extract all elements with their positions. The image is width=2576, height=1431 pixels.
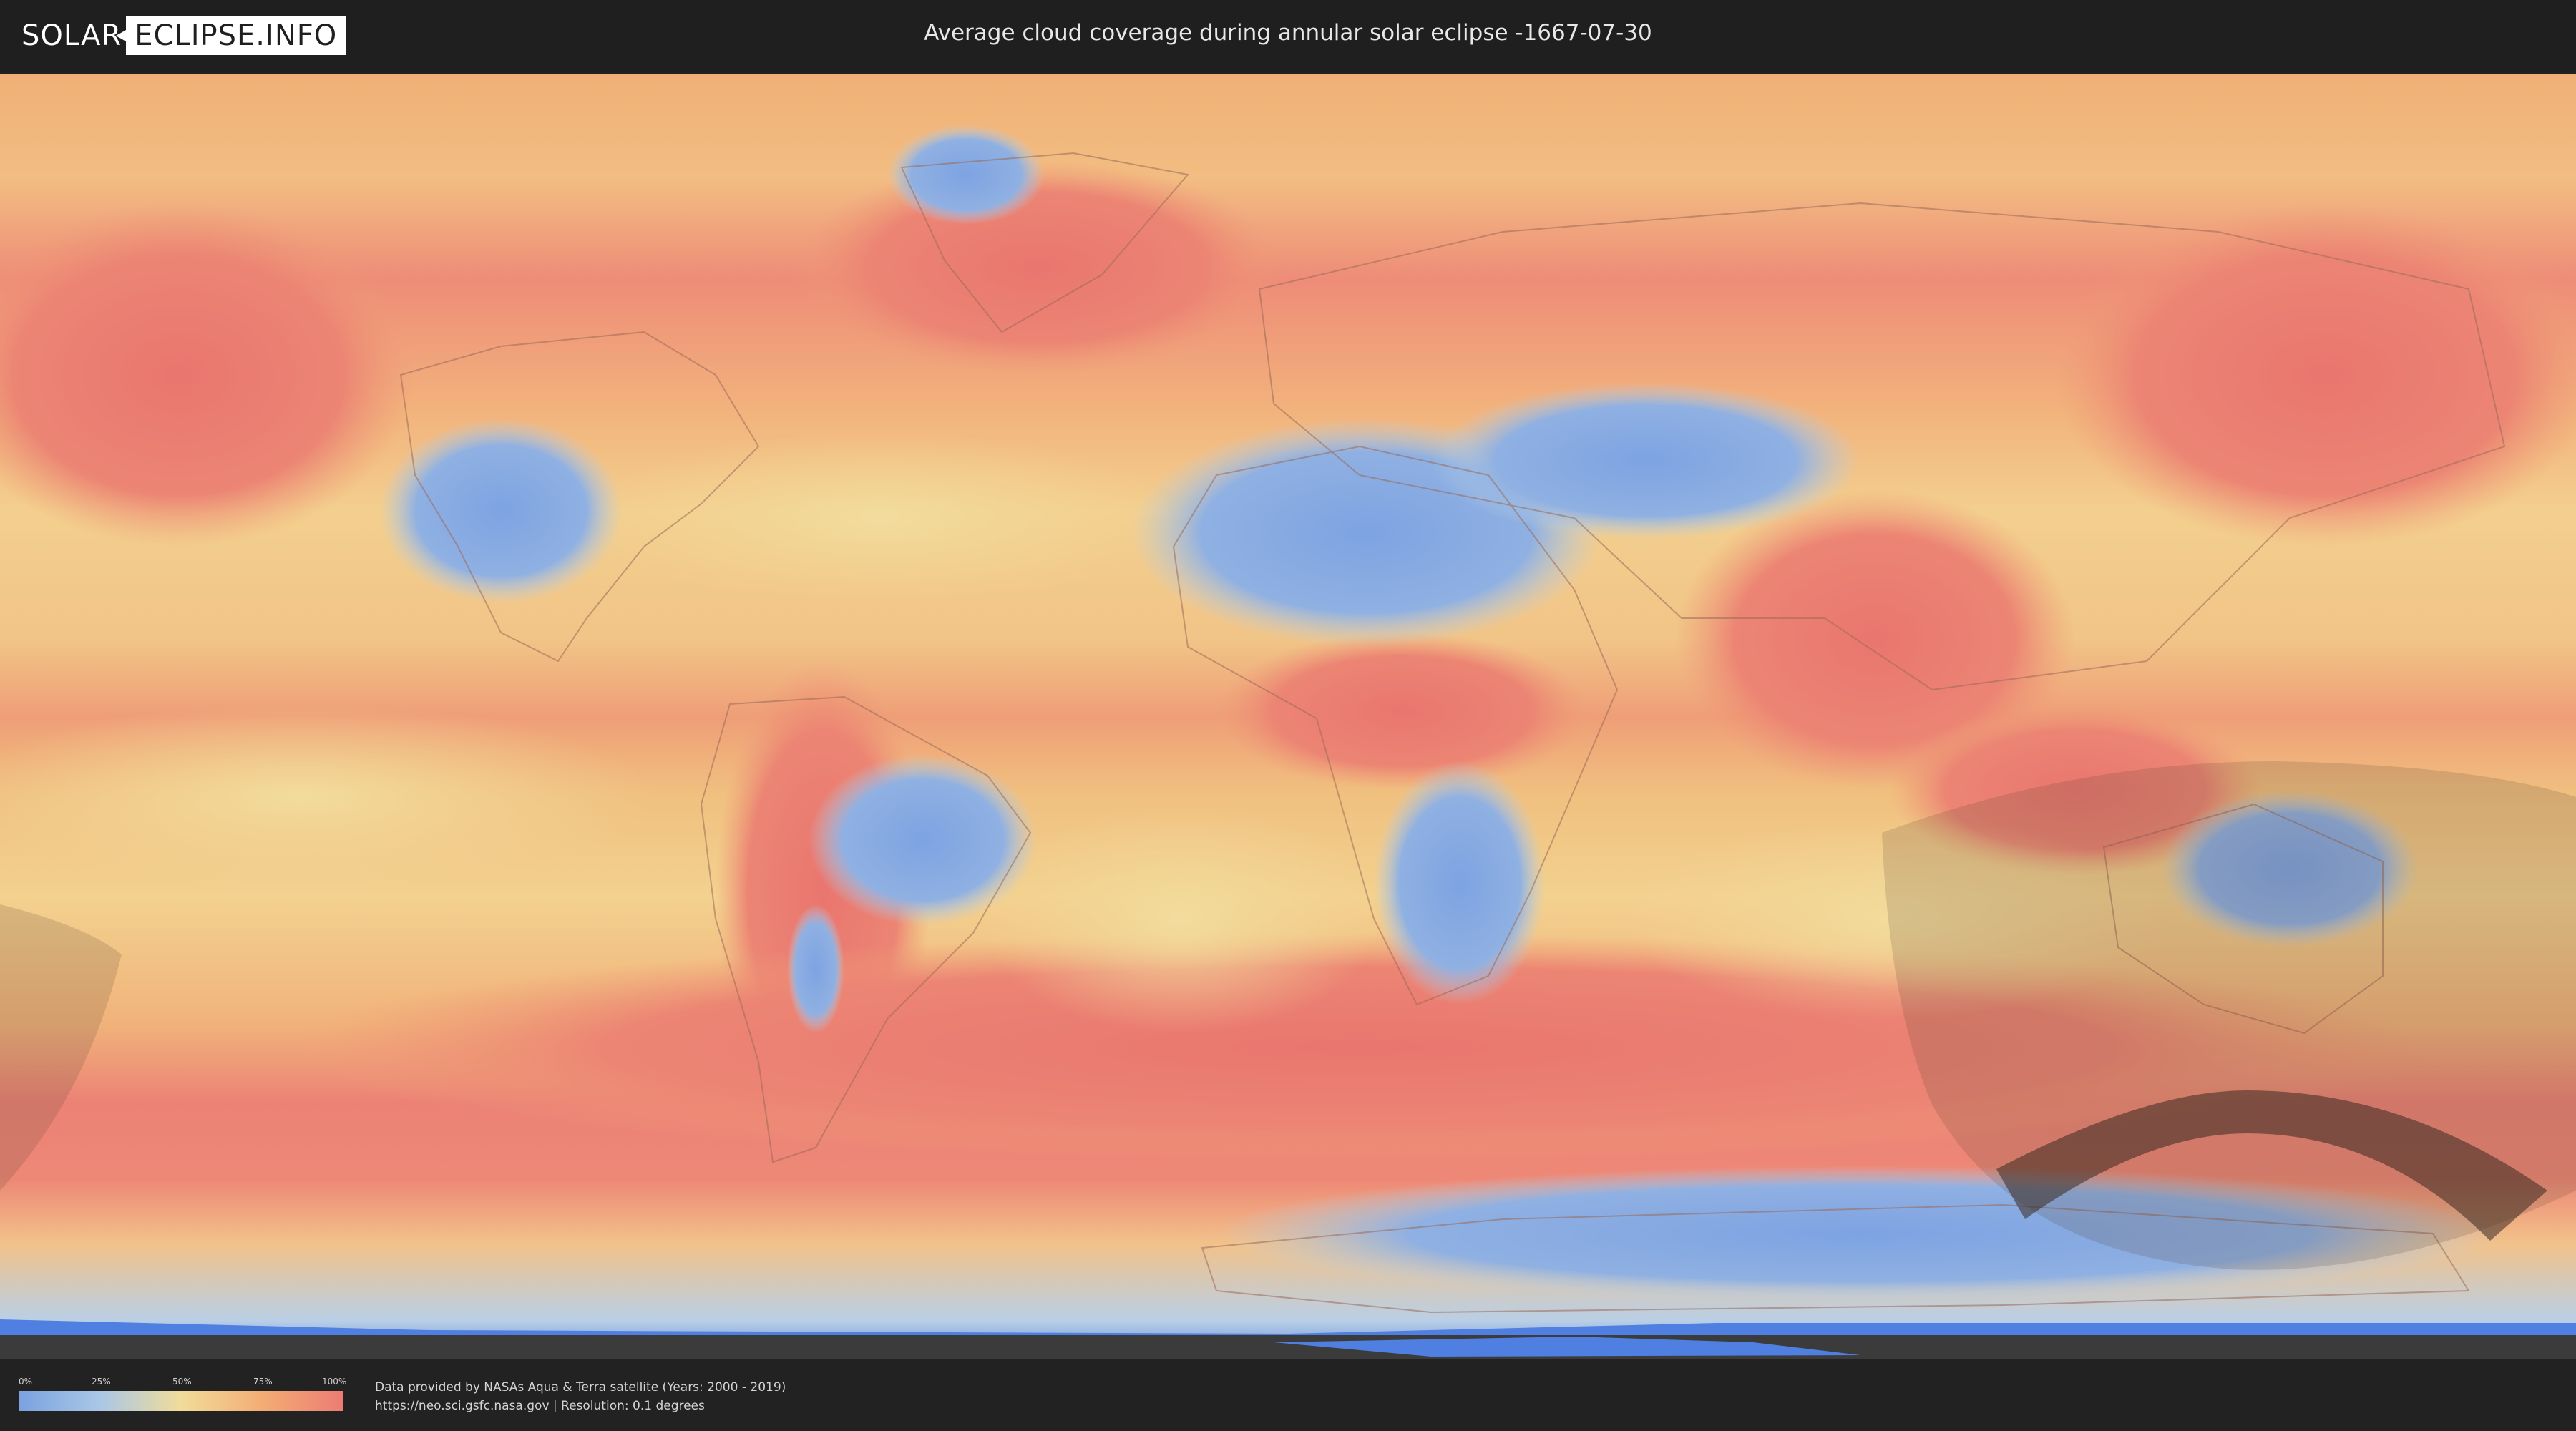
map-canvas (0, 74, 2576, 1359)
credits-source: Data provided by NASAs Aqua & Terra sate… (375, 1380, 786, 1395)
footer-bar: 0% 25% 50% 75% 100% Data provided by NAS… (0, 1359, 2576, 1431)
legend-tick-75: 75% (253, 1377, 273, 1387)
legend-color-bar (19, 1391, 343, 1411)
legend-tick-50: 50% (172, 1377, 192, 1387)
page-title: Average cloud coverage during annular so… (924, 20, 1652, 46)
legend-tick-100: 100% (322, 1377, 347, 1387)
legend-ticks: 0% 25% 50% 75% 100% (19, 1377, 347, 1388)
legend-tick-0: 0% (19, 1377, 33, 1387)
legend-tick-25: 25% (92, 1377, 111, 1387)
map-bottom-band (0, 1335, 2576, 1359)
cloud-coverage-legend: 0% 25% 50% 75% 100% (19, 1377, 347, 1411)
header-bar: SOLAR ECLIPSE.INFO Average cloud coverag… (0, 0, 2576, 72)
cloud-coverage-map[interactable] (0, 74, 2576, 1359)
data-credits: Data provided by NASAs Aqua & Terra sate… (375, 1378, 786, 1415)
credits-url-resolution[interactable]: https://neo.sci.gsfc.nasa.gov | Resoluti… (375, 1397, 786, 1415)
